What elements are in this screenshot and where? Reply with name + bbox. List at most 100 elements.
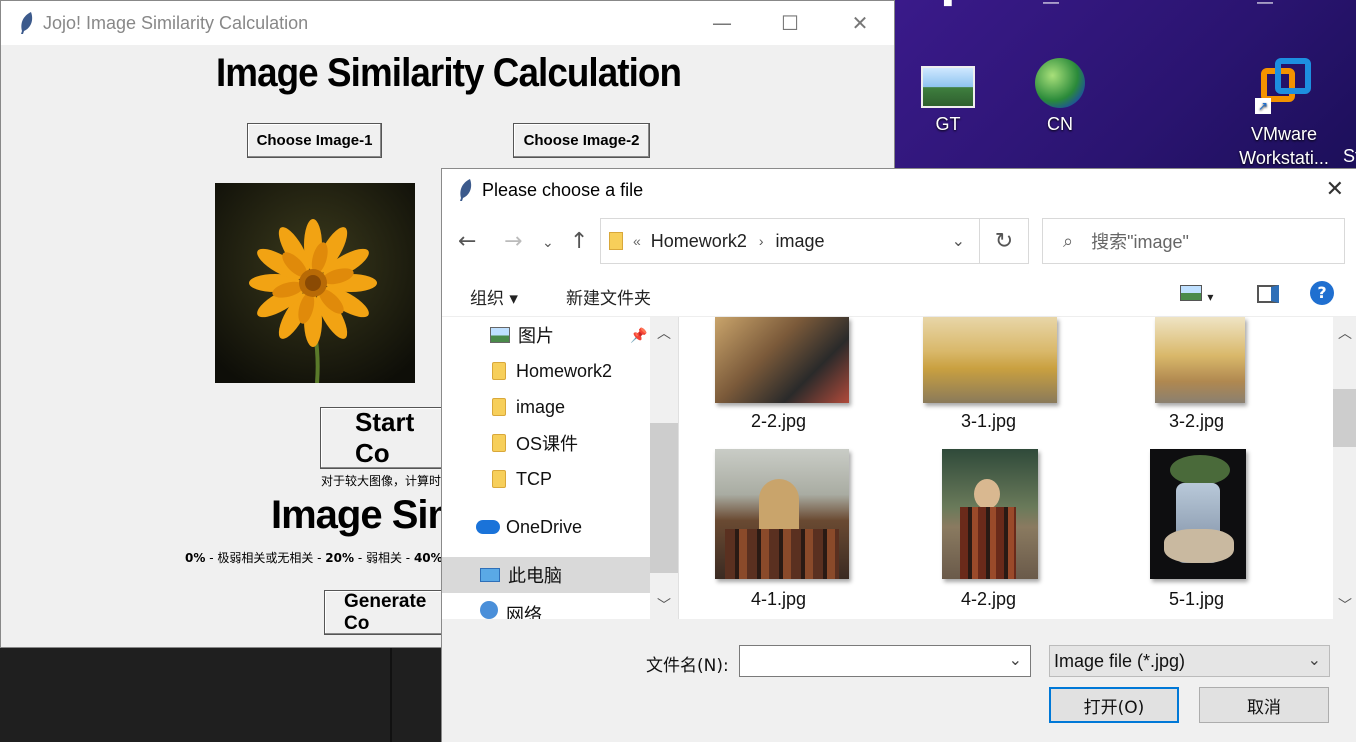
tree-item-label: OneDrive	[506, 516, 583, 537]
generate-button[interactable]: Generate Co	[324, 590, 445, 635]
file-name[interactable]: 3-2.jpg	[1169, 411, 1224, 432]
computer-icon	[480, 568, 500, 582]
file-name[interactable]: 5-1.jpg	[1169, 589, 1224, 610]
tree-item-label: TCP	[516, 468, 552, 489]
desktop-icon-label: CN	[1047, 114, 1073, 134]
desktop-icon-cn[interactable]: CN	[1005, 58, 1115, 135]
preview-pane-icon[interactable]	[1257, 285, 1279, 308]
chevron-down-icon: ⌄	[1307, 652, 1321, 669]
tree-item-label: 网络	[506, 605, 542, 619]
file-thumbnail-2-2[interactable]	[715, 317, 849, 403]
folder-icon	[492, 470, 506, 488]
pin-icon[interactable]: 📌	[630, 327, 647, 344]
file-type-select[interactable]: Image file (*.jpg) ⌄	[1049, 645, 1330, 677]
file-type-value: Image file (*.jpg)	[1054, 650, 1186, 671]
file-name[interactable]: 3-1.jpg	[961, 411, 1016, 432]
tree-item-homework2[interactable]: Homework2	[492, 353, 612, 389]
tree-item-this-pc[interactable]: 此电脑	[442, 557, 650, 593]
scroll-up-icon[interactable]: ︿	[650, 323, 678, 343]
feather-icon	[21, 12, 33, 34]
dialog-toolbar: 组织 ▾ 新建文件夹 ▾ ?	[442, 271, 1356, 317]
choose-image-1-button[interactable]: Choose Image-1	[247, 123, 382, 158]
file-name[interactable]: 2-2.jpg	[751, 411, 806, 432]
view-options-icon[interactable]: ▾	[1180, 285, 1213, 306]
window-title: Jojo! Image Similarity Calculation	[43, 12, 309, 33]
search-input[interactable]: ⌕ 搜索"image"	[1042, 218, 1345, 264]
desktop-icon-label-top: ■	[943, 0, 953, 11]
file-thumbnail-3-2[interactable]	[1155, 317, 1245, 403]
chevron-down-icon[interactable]: ⌄	[1009, 650, 1022, 669]
image-1-preview	[215, 183, 415, 383]
desktop-background: ■ — — GT CN ↗ VMware Workstati... St	[895, 0, 1356, 168]
maximize-button[interactable]: ☐	[755, 1, 825, 45]
file-name[interactable]: 4-1.jpg	[751, 589, 806, 610]
navigation-pane: 图片 📌 Homework2 image OS课件 TCP OneDrive 此…	[442, 317, 678, 742]
scale-value: 20%	[325, 551, 355, 565]
refresh-button[interactable]: ↻	[979, 218, 1029, 264]
scale-desc: - 弱相关 -	[354, 551, 414, 565]
tree-item-pictures[interactable]: 图片 📌	[490, 317, 650, 353]
scale-value: 40%	[413, 551, 443, 565]
file-thumbnail-4-2[interactable]	[942, 449, 1038, 579]
scroll-down-icon[interactable]: ﹀	[650, 595, 678, 615]
minimize-button[interactable]: —	[687, 1, 757, 45]
open-button[interactable]: 打开(O)	[1049, 687, 1179, 723]
close-button[interactable]: ✕	[825, 1, 895, 45]
cancel-button[interactable]: 取消	[1199, 687, 1329, 723]
scrollbar-thumb[interactable]	[650, 423, 678, 573]
tree-item-label: OS课件	[516, 434, 579, 454]
close-icon[interactable]: ✕	[1326, 177, 1344, 202]
filename-label: 文件名(N):	[646, 656, 729, 676]
folder-icon	[492, 362, 506, 380]
new-folder-button[interactable]: 新建文件夹	[566, 284, 651, 309]
cloud-icon	[476, 520, 500, 534]
dialog-footer: 文件名(N): ⌄ Image file (*.jpg) ⌄ 打开(O) 取消	[442, 619, 1356, 742]
scroll-up-icon[interactable]: ︿	[1333, 323, 1356, 343]
tree-item-image[interactable]: image	[492, 389, 565, 425]
file-thumbnail-4-1[interactable]	[715, 449, 849, 579]
tree-item-label: 此电脑	[508, 566, 562, 586]
desktop-icon-gt[interactable]: GT	[893, 66, 1003, 135]
up-arrow-icon[interactable]: ↑	[570, 229, 588, 254]
breadcrumb-homework2[interactable]: Homework2	[651, 231, 747, 252]
desktop-icon-label: GT	[935, 114, 961, 134]
file-list-pane: 2-2.jpg 3-1.jpg 3-2.jpg 4-1.jpg 4-2.jpg …	[678, 317, 1356, 619]
scale-desc: - 极弱相关或无相关 -	[205, 551, 326, 565]
dialog-titlebar[interactable]: Please choose a file ✕	[442, 169, 1356, 211]
page-title: Image Similarity Calculation	[215, 51, 682, 95]
navigation-scrollbar[interactable]: ︿ ﹀	[650, 317, 678, 619]
filename-input[interactable]: ⌄	[739, 645, 1031, 677]
file-thumbnail-5-1[interactable]	[1150, 449, 1246, 579]
tree-item-tcp[interactable]: TCP	[492, 461, 552, 497]
address-bar[interactable]: « Homework2 › image ⌄	[600, 218, 980, 264]
back-arrow-icon[interactable]: ←	[458, 229, 476, 254]
start-compare-button[interactable]: Start Co	[320, 407, 445, 469]
tree-item-onedrive[interactable]: OneDrive	[476, 509, 582, 545]
file-name[interactable]: 4-2.jpg	[961, 589, 1016, 610]
file-dialog: Please choose a file ✕ ← → ⌄ ↑ « Homewor…	[441, 168, 1356, 742]
main-titlebar[interactable]: Jojo! Image Similarity Calculation — ☐ ✕	[1, 1, 894, 45]
choose-image-2-button[interactable]: Choose Image-2	[513, 123, 650, 158]
scrollbar-thumb[interactable]	[1333, 389, 1356, 447]
navigation-bar: ← → ⌄ ↑ « Homework2 › image ⌄ ↻ ⌕ 搜索"ima…	[442, 211, 1356, 271]
tree-item-label: Homework2	[516, 360, 613, 381]
scroll-down-icon[interactable]: ﹀	[1333, 595, 1356, 615]
chevron-down-icon[interactable]: ⌄	[952, 231, 965, 251]
file-thumbnail-3-1[interactable]	[923, 317, 1057, 403]
desktop-icon-label-top: —	[1043, 0, 1059, 11]
search-placeholder: 搜索"image"	[1091, 232, 1189, 252]
file-list-scrollbar[interactable]: ︿ ﹀	[1333, 317, 1356, 619]
desktop-icon-vmware[interactable]: ↗ VMware Workstati...	[1229, 58, 1339, 170]
breadcrumb-separator: «	[633, 233, 641, 249]
tree-item-network[interactable]: 网络	[480, 601, 542, 619]
tree-item-os-courseware[interactable]: OS课件	[492, 425, 578, 461]
organize-menu[interactable]: 组织 ▾	[470, 284, 518, 309]
help-icon[interactable]: ?	[1310, 281, 1334, 305]
folder-icon	[609, 232, 623, 250]
dialog-title: Please choose a file	[482, 179, 644, 200]
breadcrumb-image[interactable]: image	[776, 231, 825, 252]
forward-arrow-icon[interactable]: →	[504, 229, 522, 254]
recent-chevron-icon[interactable]: ⌄	[542, 235, 554, 251]
similarity-heading: Image Sim	[271, 493, 463, 537]
pictures-icon	[490, 327, 510, 343]
